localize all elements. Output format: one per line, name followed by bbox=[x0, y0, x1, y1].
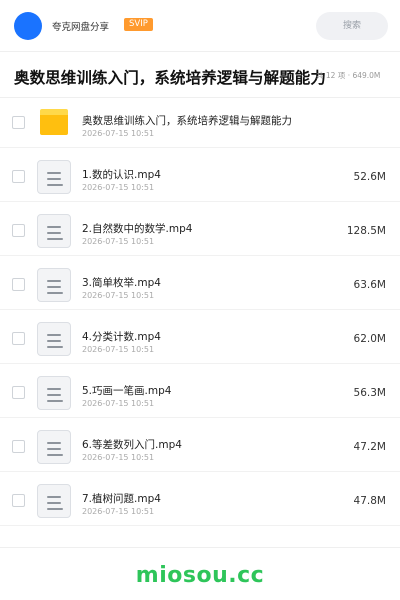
row-checkbox[interactable] bbox=[12, 386, 25, 399]
file-size: 63.6M bbox=[353, 279, 386, 291]
list-item[interactable]: 3.简单枚举.mp4 2026-07-15 10:51 63.6M bbox=[0, 256, 400, 310]
video-file-icon bbox=[37, 430, 71, 464]
divider bbox=[0, 547, 400, 548]
file-size: 128.5M bbox=[346, 225, 386, 237]
list-item[interactable]: 奥数思维训练入门，系统培养逻辑与解题能力 2026-07-15 10:51 bbox=[0, 94, 400, 148]
item-count-and-size: 共 12 项 · 649.0M bbox=[316, 71, 381, 80]
list-item[interactable]: 5.巧画一笔画.mp4 2026-07-15 10:51 56.3M bbox=[0, 364, 400, 418]
list-item[interactable]: 6.等差数列入门.mp4 2026-07-15 10:51 47.2M bbox=[0, 418, 400, 472]
file-size: 62.0M bbox=[353, 333, 386, 345]
row-checkbox[interactable] bbox=[12, 116, 25, 129]
title-row: 奥数思维训练入门，系统培养逻辑与解题能力 共 12 项 · 649.0M bbox=[0, 52, 400, 98]
header-bar: 夸克网盘分享 SVIP 搜索 bbox=[0, 0, 400, 52]
file-name: 2.自然数中的数学.mp4 bbox=[82, 223, 193, 235]
share-page: 夸克网盘分享 SVIP 搜索 奥数思维训练入门，系统培养逻辑与解题能力 共 12… bbox=[0, 0, 400, 600]
file-name: 6.等差数列入门.mp4 bbox=[82, 439, 182, 451]
list-item[interactable]: 4.分类计数.mp4 2026-07-15 10:51 62.0M bbox=[0, 310, 400, 364]
file-size: 47.8M bbox=[353, 495, 386, 507]
row-checkbox[interactable] bbox=[12, 332, 25, 345]
folder-icon bbox=[40, 109, 68, 135]
list-item[interactable]: 1.数的认识.mp4 2026-07-15 10:51 52.6M bbox=[0, 148, 400, 202]
file-date: 2026-07-15 10:51 bbox=[82, 507, 155, 516]
list-item[interactable]: 7.植树问题.mp4 2026-07-15 10:51 47.8M bbox=[0, 472, 400, 526]
svip-badge: SVIP bbox=[124, 18, 153, 31]
file-date: 2026-07-15 10:51 bbox=[82, 237, 155, 246]
search-button[interactable]: 搜索 bbox=[316, 12, 388, 40]
site-watermark: miosou.cc bbox=[135, 563, 265, 588]
video-file-icon bbox=[37, 214, 71, 248]
video-file-icon bbox=[37, 268, 71, 302]
video-file-icon bbox=[37, 484, 71, 518]
row-checkbox[interactable] bbox=[12, 440, 25, 453]
file-size: 47.2M bbox=[353, 441, 386, 453]
video-file-icon bbox=[37, 376, 71, 410]
file-name: 奥数思维训练入门，系统培养逻辑与解题能力 bbox=[82, 115, 292, 127]
row-checkbox[interactable] bbox=[12, 494, 25, 507]
file-date: 2026-07-15 10:51 bbox=[82, 399, 155, 408]
file-name: 7.植树问题.mp4 bbox=[82, 493, 161, 505]
file-date: 2026-07-15 10:51 bbox=[82, 183, 155, 192]
file-date: 2026-07-15 10:51 bbox=[82, 345, 155, 354]
file-size: 52.6M bbox=[353, 171, 386, 183]
share-owner-name: 夸克网盘分享 bbox=[52, 22, 110, 33]
video-file-icon bbox=[37, 322, 71, 356]
page-title: 奥数思维训练入门，系统培养逻辑与解题能力 bbox=[14, 69, 327, 87]
list-item[interactable]: 2.自然数中的数学.mp4 2026-07-15 10:51 128.5M bbox=[0, 202, 400, 256]
row-checkbox[interactable] bbox=[12, 224, 25, 237]
file-date: 2026-07-15 10:51 bbox=[82, 129, 155, 138]
avatar[interactable] bbox=[14, 12, 42, 40]
file-name: 4.分类计数.mp4 bbox=[82, 331, 161, 343]
file-name: 3.简单枚举.mp4 bbox=[82, 277, 161, 289]
file-date: 2026-07-15 10:51 bbox=[82, 453, 155, 462]
row-checkbox[interactable] bbox=[12, 170, 25, 183]
file-size: 56.3M bbox=[353, 387, 386, 399]
file-date: 2026-07-15 10:51 bbox=[82, 291, 155, 300]
row-checkbox[interactable] bbox=[12, 278, 25, 291]
video-file-icon bbox=[37, 160, 71, 194]
file-name: 1.数的认识.mp4 bbox=[82, 169, 161, 181]
file-name: 5.巧画一笔画.mp4 bbox=[82, 385, 172, 397]
